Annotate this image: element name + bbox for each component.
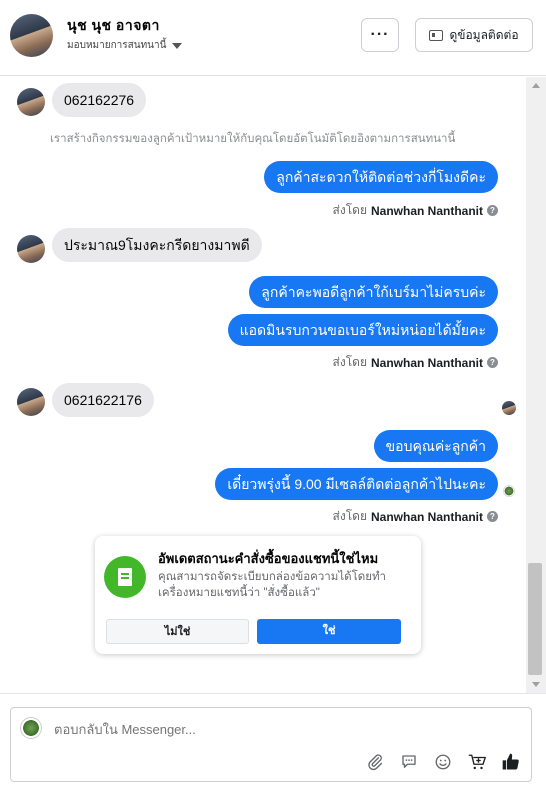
thumbs-up-icon[interactable]: [501, 752, 521, 772]
sent-by-agent: Nanwhan Nanthanit: [370, 203, 483, 218]
help-icon[interactable]: ?: [487, 511, 498, 522]
message-composer: [0, 693, 546, 794]
view-contact-button[interactable]: ดูข้อมูลติดต่อ: [415, 18, 533, 52]
scroll-down-icon[interactable]: [532, 682, 540, 687]
outgoing-message[interactable]: แอดมินรบกวนขอเบอร์ใหม่หน่อยได้มั้ยคะ: [227, 314, 498, 346]
composer-box[interactable]: [10, 707, 532, 782]
receipt-icon: [104, 556, 146, 598]
assign-label: มอบหมายการสนทนานี้: [67, 40, 167, 51]
outgoing-message[interactable]: ลูกค้าคะพอดีลูกค้าใก้เบร์มาไม่ครบค่ะ: [249, 276, 498, 308]
sent-by-label: ส่งโดย Nanwhan Nanthanit ?: [333, 201, 498, 220]
outgoing-message[interactable]: ขอบคุณค่ะลูกค้า: [373, 430, 498, 462]
incoming-message[interactable]: ประมาณ9โมงคะกรีดยางมาพดี: [52, 228, 262, 262]
page-avatar: [20, 717, 42, 739]
scroll-up-icon[interactable]: [532, 83, 540, 88]
caret-down-icon: [172, 42, 183, 49]
customer-message-avatar: [17, 88, 45, 116]
sent-by-prefix: ส่งโดย: [332, 355, 367, 369]
contact-card-icon: [429, 29, 444, 41]
outgoing-message[interactable]: ลูกค้าสะดวกให้ติดต่อช่วงกี่โมงดีคะ: [264, 161, 498, 193]
chat-bubbles-icon[interactable]: [399, 752, 419, 772]
chat-scrollbar[interactable]: [526, 77, 546, 693]
prompt-no-button[interactable]: ไม่ใช่: [106, 619, 249, 644]
seen-avatar: [502, 401, 516, 415]
sent-by-label: ส่งโดย Nanwhan Nanthanit ?: [333, 507, 498, 526]
prompt-yes-button[interactable]: ใช่: [257, 619, 401, 644]
help-icon[interactable]: ?: [487, 357, 498, 368]
sent-by-agent: Nanwhan Nanthanit: [370, 509, 483, 524]
customer-name[interactable]: นุช นุช อาจตา: [67, 15, 160, 37]
more-options-button[interactable]: ···: [361, 18, 399, 52]
composer-toolbar: [365, 752, 521, 772]
smiley-icon[interactable]: [433, 752, 453, 772]
order-status-prompt: อัพเดตสถานะคำสั่งซื้อของแชทนี้ใช่ไหม คุณ…: [95, 536, 421, 654]
help-icon[interactable]: ?: [487, 205, 498, 216]
reply-input[interactable]: [54, 722, 454, 737]
scroll-thumb[interactable]: [528, 563, 542, 675]
prompt-title: อัพเดตสถานะคำสั่งซื้อของแชทนี้ใช่ไหม: [158, 551, 379, 566]
view-contact-label: ดูข้อมูลติดต่อ: [449, 27, 519, 42]
incoming-message[interactable]: 062162276: [52, 83, 147, 117]
customer-message-avatar: [17, 388, 45, 416]
sent-by-label: ส่งโดย Nanwhan Nanthanit ?: [333, 353, 498, 372]
add-to-cart-icon[interactable]: [467, 752, 487, 772]
conversation-header: นุช นุช อาจตา มอบหมายการสนทนานี้ ··· ดูข…: [0, 0, 546, 76]
sent-by-prefix: ส่งโดย: [332, 203, 367, 217]
sent-by-agent: Nanwhan Nanthanit: [370, 355, 483, 370]
assign-conversation-dropdown[interactable]: มอบหมายการสนทนานี้: [67, 38, 183, 53]
prompt-body: คุณสามารถจัดระเบียบกล่องข้อความได้โดยทำเ…: [158, 571, 387, 599]
paperclip-icon[interactable]: [365, 752, 385, 772]
system-note: เราสร้างกิจกรรมของลูกค้าเป้าหมายให้กับคุ…: [50, 133, 456, 145]
customer-message-avatar: [17, 235, 45, 263]
outgoing-message[interactable]: เดี๋ยวพรุ่งนี้ 9.00 มีเซลล์ติดต่อลูกค้าไ…: [215, 468, 498, 500]
message-thread: 062162276 เราสร้างกิจกรรมของลูกค้าเป้าหม…: [0, 77, 526, 693]
sent-by-prefix: ส่งโดย: [332, 509, 367, 523]
receipt-glyph: [118, 568, 132, 586]
incoming-message[interactable]: 0621622176: [52, 383, 154, 417]
page-seen-icon: [503, 485, 515, 497]
customer-avatar[interactable]: [10, 14, 53, 57]
